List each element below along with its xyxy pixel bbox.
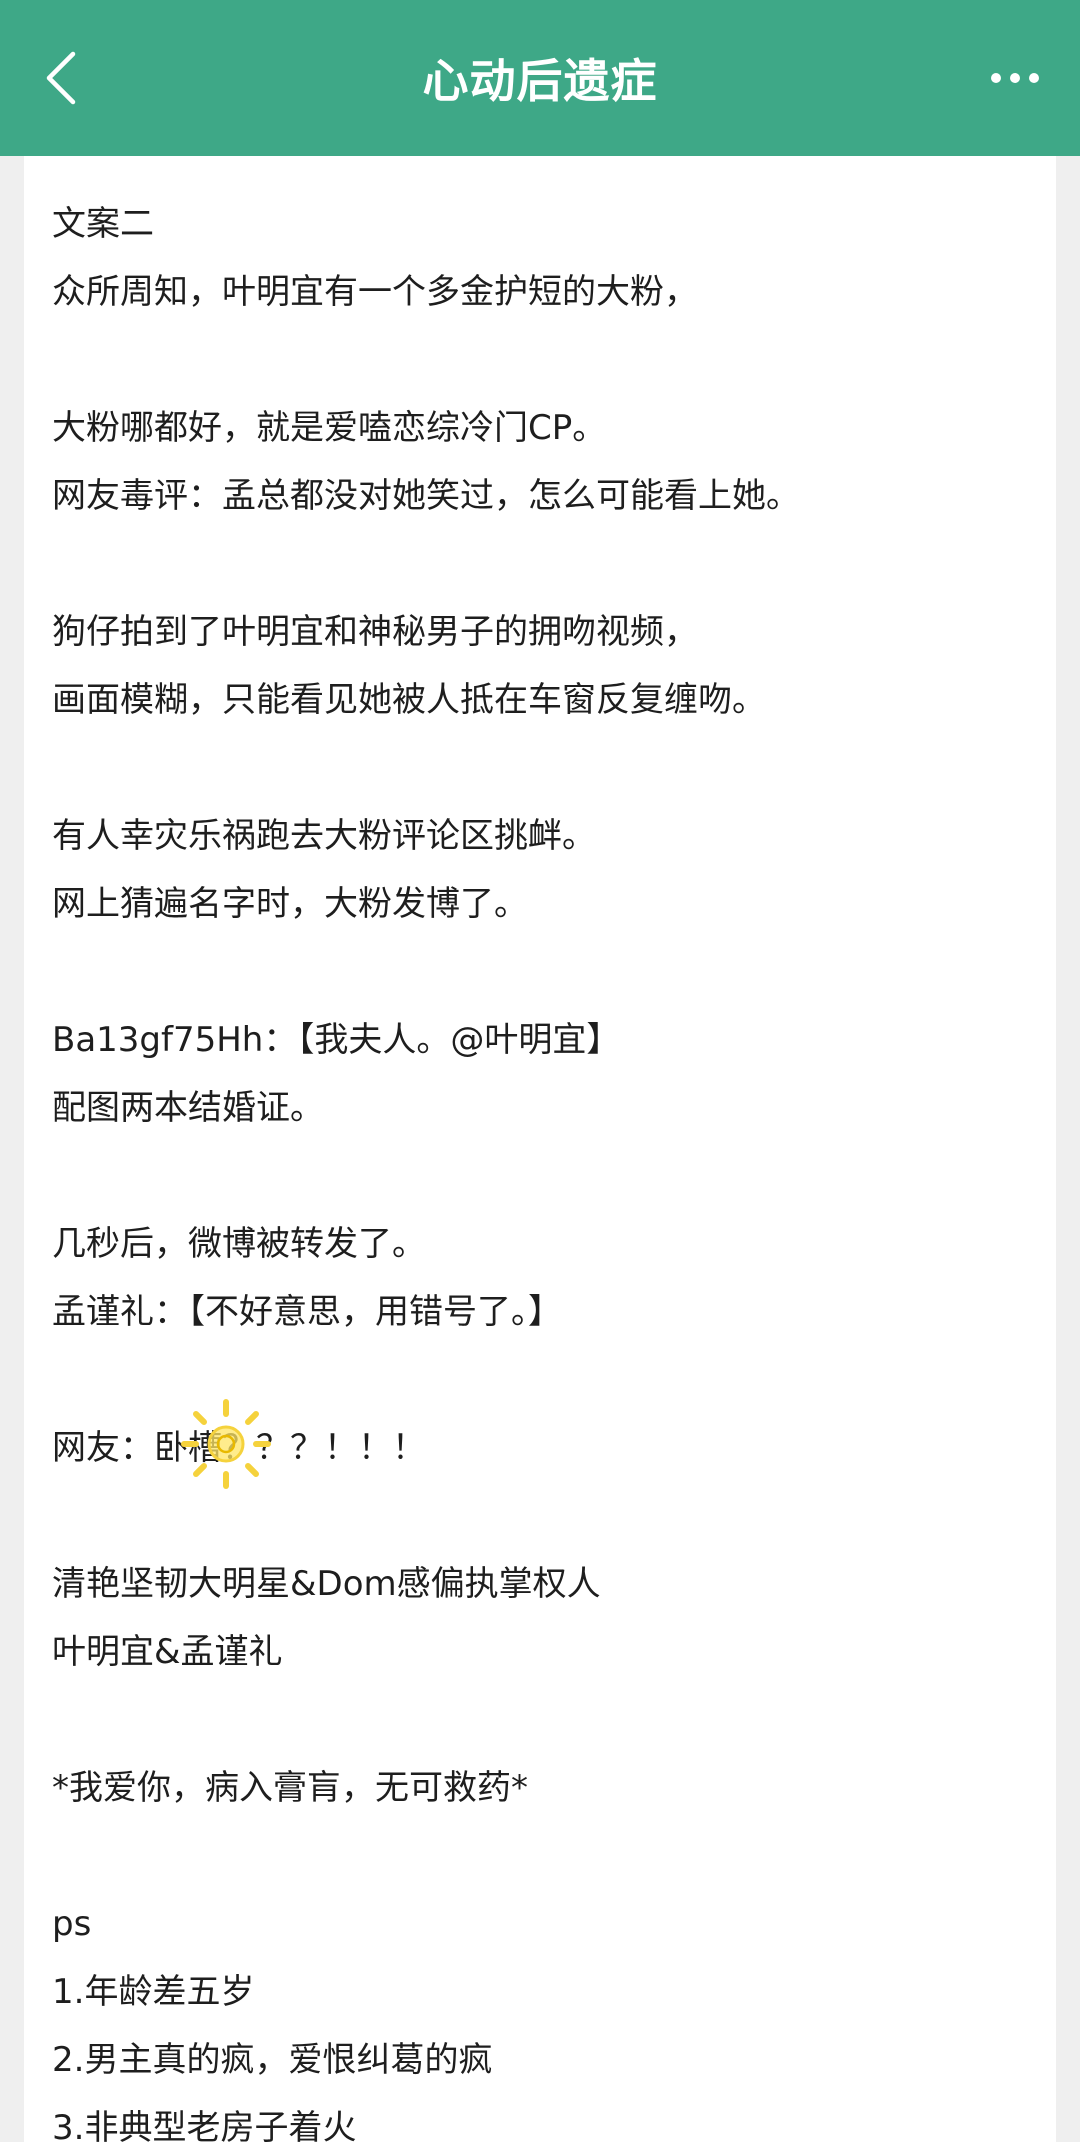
article-line: 清艳坚韧大明星&Dom感偏执掌权人 bbox=[52, 1564, 601, 1604]
article-line: 3.非典型老房子着火 bbox=[52, 2108, 357, 2142]
article-card: 文案二 众所周知，叶明宜有一个多金护短的大粉， 大粉哪都好，就是爱嗑恋综冷门CP… bbox=[24, 156, 1056, 2142]
article-line: Ba13gf75Hh：【我夫人。@叶明宜】 bbox=[52, 1020, 621, 1060]
article-line: 众所周知，叶明宜有一个多金护短的大粉， bbox=[52, 272, 698, 312]
article-line: 配图两本结婚证。 bbox=[52, 1088, 324, 1128]
article-line: ps bbox=[52, 1904, 92, 1944]
more-dots-icon bbox=[1029, 73, 1039, 83]
article-body: 文案二 众所周知，叶明宜有一个多金护短的大粉， 大粉哪都好，就是爱嗑恋综冷门CP… bbox=[24, 156, 1056, 2142]
article-line: 叶明宜&孟谨礼 bbox=[52, 1632, 283, 1672]
sun-sticker-icon bbox=[181, 1399, 271, 1489]
article-line: 1.年龄差五岁 bbox=[52, 1972, 255, 2012]
chevron-left-icon bbox=[46, 51, 76, 105]
article-line: 大粉哪都好，就是爱嗑恋综冷门CP。 bbox=[52, 408, 607, 448]
article-line: 有人幸灾乐祸跑去大粉评论区挑衅。 bbox=[52, 816, 596, 856]
article-line: 2.男主真的疯，爱恨纠葛的疯 bbox=[52, 2040, 493, 2080]
article-line: 网上猜遍名字时，大粉发博了。 bbox=[52, 884, 528, 924]
article-line: 文案二 bbox=[52, 204, 154, 244]
article-line: 孟谨礼：【不好意思，用错号了。】 bbox=[52, 1292, 562, 1332]
article-line: 画面模糊，只能看见她被人抵在车窗反复缠吻。 bbox=[52, 680, 766, 720]
more-dots-icon bbox=[1010, 73, 1020, 83]
article-line: *我爱你，病入膏肓，无可救药* bbox=[52, 1768, 528, 1808]
more-button[interactable] bbox=[970, 48, 1060, 108]
page-title: 心动后遗症 bbox=[422, 54, 658, 108]
back-button[interactable] bbox=[30, 48, 90, 108]
article-line: 狗仔拍到了叶明宜和神秘男子的拥吻视频， bbox=[52, 612, 698, 652]
article-line: 几秒后，微博被转发了。 bbox=[52, 1224, 426, 1264]
more-dots-icon bbox=[991, 73, 1001, 83]
top-nav-bar: 心动后遗症 bbox=[0, 0, 1080, 156]
article-line: 网友毒评：孟总都没对她笑过，怎么可能看上她。 bbox=[52, 476, 800, 516]
